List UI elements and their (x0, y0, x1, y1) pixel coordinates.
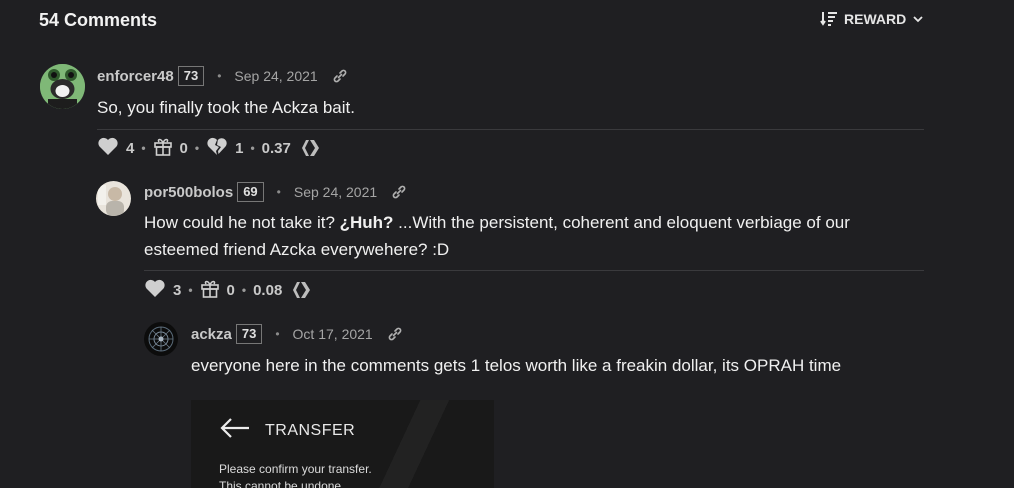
gift-count: 0 (179, 139, 188, 157)
downvote-button[interactable]: 1 (206, 136, 243, 160)
comment-body-line: esteemed friend Azcka everywehere? :D (144, 240, 450, 259)
reputation-badge: 73 (235, 324, 263, 344)
sort-label: REWARD (844, 11, 907, 27)
divider (144, 270, 924, 271)
comment-body: So, you finally took the Ackza bait. (97, 98, 355, 117)
heart-icon (97, 136, 119, 160)
avatar[interactable] (96, 181, 131, 216)
gift-button[interactable]: 0 (153, 136, 188, 160)
emphasis-text: ¿Huh? (339, 213, 394, 232)
hive-icon[interactable] (301, 139, 321, 157)
comment-body: How could he not take it? ¿Huh? ...With … (144, 209, 924, 263)
gift-button[interactable]: 0 (200, 278, 235, 302)
gift-icon (200, 278, 220, 302)
comment-meta: por500bolos 69 • Sep 24, 2021 (144, 182, 407, 202)
link-icon[interactable] (391, 184, 407, 200)
vote-count: 4 (126, 139, 135, 157)
heart-icon (144, 278, 166, 302)
transfer-header: TRANSFER (219, 417, 355, 444)
sort-dropdown[interactable]: REWARD (820, 10, 924, 28)
author-name[interactable]: por500bolos (144, 184, 233, 201)
reputation-badge: 73 (177, 66, 205, 86)
downvote-count: 1 (235, 139, 244, 157)
chevron-down-icon (912, 13, 924, 25)
comment-actions: 3 • 0 • 0.08 (144, 278, 312, 302)
transfer-text: Please confirm your transfer. This canno… (219, 461, 372, 488)
comment-actions: 4 • 0 • 1 • 0.37 (97, 136, 321, 160)
broken-heart-icon (206, 136, 228, 160)
transfer-line: This cannot be undone. (219, 479, 345, 488)
transfer-heading: TRANSFER (265, 421, 356, 439)
avatar[interactable] (144, 322, 178, 356)
comment-body: everyone here in the comments gets 1 tel… (191, 356, 842, 375)
payout-value[interactable]: 0.37 (262, 140, 291, 157)
transfer-line: Please confirm your transfer. (219, 462, 372, 476)
hive-icon[interactable] (292, 281, 312, 299)
payout-value[interactable]: 0.08 (253, 282, 282, 299)
author-name[interactable]: ackza (191, 326, 232, 343)
comment-date[interactable]: Sep 24, 2021 (294, 184, 377, 200)
separator-dot: • (217, 69, 222, 83)
embedded-image[interactable]: TRANSFER Please confirm your transfer. T… (191, 400, 494, 488)
divider (97, 129, 924, 130)
link-icon[interactable] (387, 326, 403, 342)
arrow-left-icon (219, 417, 251, 444)
vote-count: 3 (173, 281, 182, 299)
upvote-button[interactable]: 3 (144, 278, 181, 302)
comment-body-line: How could he not take it? ¿Huh? ...With … (144, 213, 850, 232)
comment-meta: ackza 73 • Oct 17, 2021 (191, 324, 403, 344)
gift-icon (153, 136, 173, 160)
separator-dot: • (275, 327, 280, 341)
comments-count-title: 54 Comments (39, 10, 158, 30)
link-icon[interactable] (332, 68, 348, 84)
sort-icon (820, 10, 838, 28)
gift-count: 0 (226, 281, 235, 299)
comment-date[interactable]: Oct 17, 2021 (293, 326, 373, 342)
upvote-button[interactable]: 4 (97, 136, 134, 160)
comment-meta: enforcer48 73 • Sep 24, 2021 (97, 66, 348, 86)
author-name[interactable]: enforcer48 (97, 68, 174, 85)
comment-date[interactable]: Sep 24, 2021 (234, 68, 317, 84)
reputation-badge: 69 (237, 182, 264, 202)
separator-dot: • (276, 185, 281, 199)
avatar[interactable] (40, 64, 85, 109)
